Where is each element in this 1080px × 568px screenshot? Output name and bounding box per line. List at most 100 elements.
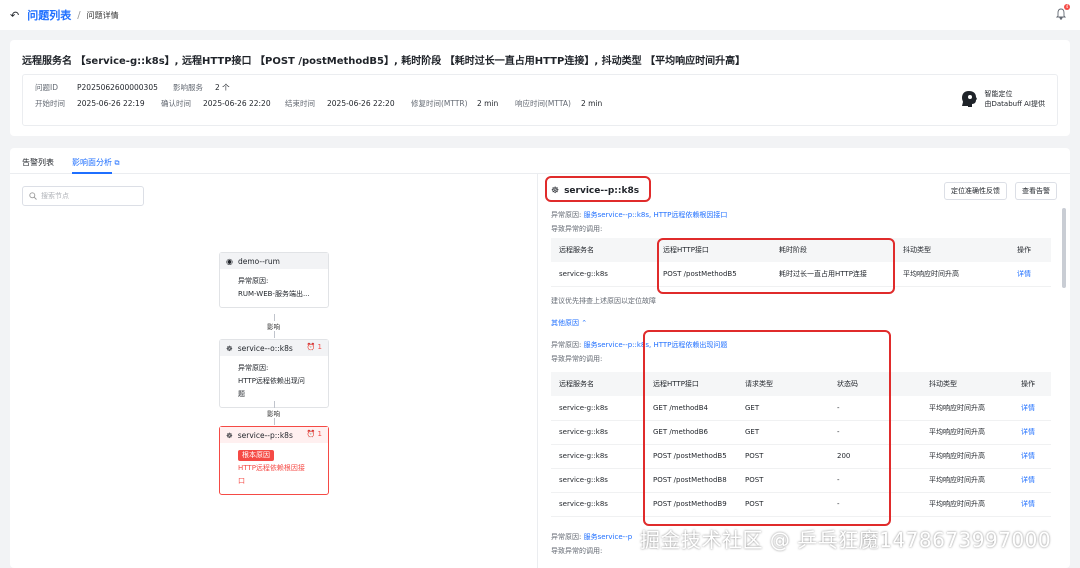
tab-impact-analysis-label: 影响面分析 [72, 158, 112, 167]
edge-label: 影响 [267, 408, 280, 418]
detail-link[interactable]: 详情 [1009, 262, 1051, 287]
cell: 平均响应时间升高 [921, 468, 1013, 493]
breadcrumb-issue-list[interactable]: 问题列表 [27, 7, 71, 23]
highlight-box-interface [657, 238, 895, 294]
cause-1-prefix: 异常原因: [551, 211, 582, 219]
accuracy-feedback-button[interactable]: 定位准确性反馈 [944, 182, 1007, 200]
col-header: 抖动类型 [921, 372, 1013, 396]
chevron-up-icon: ⌃ [581, 319, 588, 327]
other-causes-toggle[interactable]: 其他原因 ⌃ [551, 318, 587, 328]
node-header: ◉ demo--rum [220, 253, 328, 269]
end-time-label: 结束时间 [285, 98, 315, 108]
breadcrumb-separator: / [77, 9, 81, 21]
mtta-value: 2 min [581, 98, 603, 108]
cell: service-g::k8s [551, 396, 645, 421]
start-time-value: 2025-06-26 22:19 [77, 98, 145, 108]
alarm-number: 1 [317, 430, 322, 438]
issue-id-label: 问题ID [35, 82, 58, 92]
root-cause-badge: 根本原因 [238, 450, 274, 461]
issue-meta-box: 问题ID P2025062600000305 影响服务 2 个 开始时间 202… [22, 74, 1058, 126]
cause-3-link[interactable]: 服务service--p [584, 533, 633, 541]
ai-head-icon [961, 91, 977, 107]
cause-1: 异常原因: 服务service--p::k8s, HTTP远程依赖根因接口 [551, 210, 727, 220]
cell: 平均响应时间升高 [921, 396, 1013, 421]
ai-provider: 智能定位 由Databuff AI提供 [959, 89, 1046, 109]
affected-value: 2 个 [215, 82, 230, 92]
meta-row-1: 问题ID P2025062600000305 影响服务 2 个 [35, 80, 230, 94]
bell-icon [1055, 8, 1067, 21]
impact-graph-pane: ◉ demo--rum 异常原因: RUM-WEB-服务端出... 影响 ☸ s… [10, 174, 538, 568]
detail-link[interactable]: 详情 [1013, 396, 1051, 421]
highlight-box-service [545, 176, 651, 202]
cell: 平均响应时间升高 [895, 262, 1009, 287]
detail-link[interactable]: 详情 [1013, 420, 1051, 445]
graph-node-service-o[interactable]: ☸ service--o::k8s ⏰ 1 异常原因: HTTP远程依赖出现问题 [219, 339, 329, 408]
tab-bar: 告警列表 影响面分析 ⧉ [10, 148, 1070, 174]
mttr-label: 修复时间(MTTR) [411, 98, 468, 108]
detail-link[interactable]: 详情 [1013, 468, 1051, 493]
node-reason: HTTP远程依赖根因接口 [238, 464, 305, 485]
view-alarms-button[interactable]: 查看告警 [1015, 182, 1057, 200]
other-causes-label: 其他原因 [551, 319, 579, 327]
tab-alarm-list[interactable]: 告警列表 [22, 157, 54, 168]
node-reason: RUM-WEB-服务端出... [238, 290, 310, 298]
calls-label-2: 导致异常的调用: [551, 355, 603, 363]
node-name: service--o::k8s [237, 343, 293, 353]
col-header: 操作 [1009, 238, 1051, 262]
external-link-icon: ⧉ [114, 159, 120, 167]
alarm-count: ⏰ 1 [307, 430, 322, 438]
k8s-service-icon: ☸ [226, 430, 233, 440]
mttr-value: 2 min [477, 98, 499, 108]
graph-node-service-p[interactable]: ☸ service--p::k8s ⏰ 1 根本原因 HTTP远程依赖根因接口 [219, 426, 329, 495]
search-input[interactable] [41, 192, 141, 200]
meta-row-2: 开始时间 2025-06-26 22:19 确认时间 2025-06-26 22… [35, 96, 602, 110]
cell: service-g::k8s [551, 492, 645, 517]
confirm-time-label: 确认时间 [161, 98, 191, 108]
issue-title: 远程服务名 【service-g::k8s】, 远程HTTP接口 【POST /… [22, 56, 746, 67]
watermark: 掘金技术社区 @ 乒乓狂魔1478673997000 [640, 528, 1052, 552]
back-icon[interactable]: ↶ [10, 9, 19, 22]
search-icon [29, 192, 37, 200]
calls-label-3: 导致异常的调用: [551, 547, 603, 555]
node-header: ☸ service--o::k8s ⏰ 1 [220, 340, 328, 356]
k8s-service-icon: ☸ [226, 343, 233, 353]
node-reason: HTTP远程依赖出现问题 [238, 377, 305, 398]
scrollbar[interactable] [1062, 208, 1066, 288]
alarm-number: 1 [317, 343, 322, 351]
breadcrumb-current: 问题详情 [86, 10, 119, 20]
detail-link[interactable]: 详情 [1013, 492, 1051, 517]
tab-impact-analysis[interactable]: 影响面分析 ⧉ [72, 157, 120, 168]
notification-button[interactable]: 4 [1055, 4, 1070, 21]
detail-link[interactable]: 详情 [1013, 444, 1051, 469]
cell: service-g::k8s [551, 468, 645, 493]
col-header: 远程服务名 [551, 238, 655, 262]
mtta-label: 响应时间(MTTA) [515, 98, 571, 108]
node-name: service--p::k8s [237, 430, 293, 440]
target-icon: ◉ [226, 256, 233, 266]
col-header: 远程服务名 [551, 372, 645, 396]
suggestion-text: 建议优先排查上述原因以定位故障 [551, 297, 656, 305]
col-header: 抖动类型 [895, 238, 1009, 262]
node-search[interactable] [22, 186, 144, 206]
edge-label: 影响 [267, 321, 280, 331]
cell: service-g::k8s [551, 420, 645, 445]
alarm-count: ⏰ 1 [307, 343, 322, 351]
node-reason-label: 异常原因: [238, 277, 269, 285]
issue-id-value: P2025062600000305 [77, 82, 158, 92]
cell: 平均响应时间升高 [921, 420, 1013, 445]
alarm-icon: ⏰ [306, 430, 316, 438]
ai-line-2: 由Databuff AI提供 [984, 100, 1046, 108]
confirm-time-value: 2025-06-26 22:20 [203, 98, 271, 108]
node-header: ☸ service--p::k8s ⏰ 1 [220, 427, 328, 443]
cause-1-link[interactable]: 服务service--p::k8s, HTTP远程依赖根因接口 [584, 211, 728, 219]
main-card: 告警列表 影响面分析 ⧉ ◉ demo--rum 异常原因: RUM-WEB-服… [10, 148, 1070, 568]
affected-label: 影响服务 [173, 82, 203, 92]
cell: service-g::k8s [551, 444, 645, 469]
cell: 平均响应时间升高 [921, 492, 1013, 517]
col-header: 操作 [1013, 372, 1051, 396]
notification-count-badge: 4 [1064, 4, 1070, 10]
alarm-icon: ⏰ [306, 343, 316, 351]
top-bar: ↶ 问题列表 / 问题详情 4 [0, 0, 1080, 30]
detail-pane: ☸ service--p::k8s 定位准确性反馈 查看告警 异常原因: 服务s… [539, 174, 1070, 568]
graph-node-demo-rum[interactable]: ◉ demo--rum 异常原因: RUM-WEB-服务端出... [219, 252, 329, 308]
